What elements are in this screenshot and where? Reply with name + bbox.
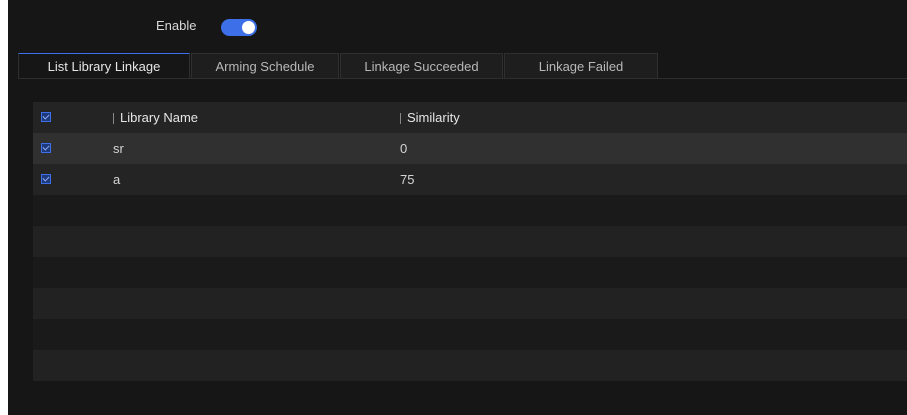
- enable-toggle[interactable]: [221, 19, 257, 36]
- tab-list-library-linkage[interactable]: List Library Linkage: [18, 53, 190, 78]
- row-checkbox[interactable]: [41, 174, 51, 184]
- column-header-similarity[interactable]: Similarity: [400, 102, 460, 133]
- column-header-label: Library Name: [120, 110, 199, 125]
- toggle-knob: [242, 21, 255, 34]
- empty-row: [33, 257, 907, 288]
- enable-label: Enable: [156, 18, 197, 33]
- tab-arming-schedule[interactable]: Arming Schedule: [191, 53, 339, 78]
- enable-row: Enable: [8, 14, 308, 38]
- similarity-cell: 0: [400, 141, 408, 156]
- empty-row: [33, 319, 907, 350]
- column-header-library-name[interactable]: Library Name: [113, 102, 198, 133]
- select-all-checkbox[interactable]: [41, 112, 51, 122]
- linkage-panel: Enable List Library Linkage Arming Sched…: [8, 0, 907, 415]
- tab-bar: List Library Linkage Arming Schedule Lin…: [18, 53, 907, 79]
- column-header-label: Similarity: [407, 110, 460, 125]
- tab-linkage-failed[interactable]: Linkage Failed: [504, 53, 658, 78]
- empty-row: [33, 350, 907, 381]
- row-checkbox[interactable]: [41, 143, 51, 153]
- library-name-cell: a: [113, 172, 121, 187]
- empty-row: [33, 226, 907, 257]
- tab-linkage-succeeded[interactable]: Linkage Succeeded: [340, 53, 503, 78]
- similarity-cell: 75: [400, 172, 415, 187]
- empty-row: [33, 195, 907, 226]
- empty-row: [33, 288, 907, 319]
- column-separator: [400, 113, 401, 125]
- library-table: Library Name Similarity sr 0 a 75: [33, 102, 907, 382]
- table-header: Library Name Similarity: [33, 102, 907, 133]
- table-row[interactable]: a 75: [33, 164, 907, 195]
- table-row[interactable]: sr 0: [33, 133, 907, 164]
- column-separator: [113, 113, 114, 125]
- library-name-cell: sr: [113, 141, 124, 156]
